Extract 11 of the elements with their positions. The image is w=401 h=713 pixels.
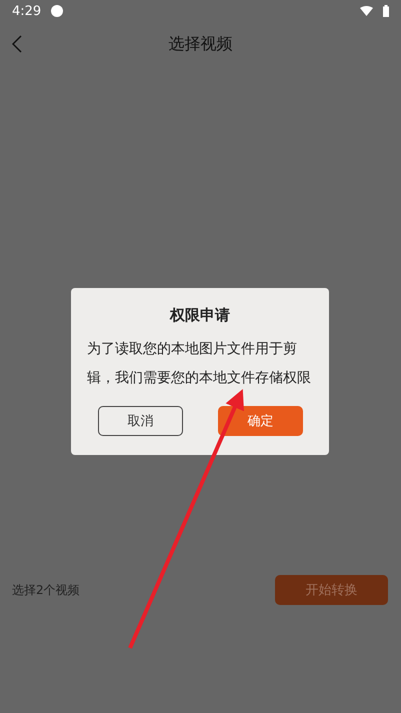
confirm-button[interactable]: 确定 — [218, 406, 303, 436]
cancel-button[interactable]: 取消 — [98, 406, 183, 436]
notification-dot-icon — [51, 5, 64, 17]
dialog-title: 权限申请 — [168, 306, 231, 325]
back-icon[interactable] — [12, 35, 22, 53]
status-time: 4:29 — [12, 4, 42, 18]
page-title: 选择视频 — [168, 34, 234, 54]
battery-icon — [383, 5, 389, 17]
dialog-message: 为了读取您的本地图片文件用于剪辑，我们需要您的本地文件存储权限 — [87, 340, 312, 388]
wifi-icon — [360, 6, 373, 16]
selection-count: 选择2个视频 — [12, 582, 80, 598]
